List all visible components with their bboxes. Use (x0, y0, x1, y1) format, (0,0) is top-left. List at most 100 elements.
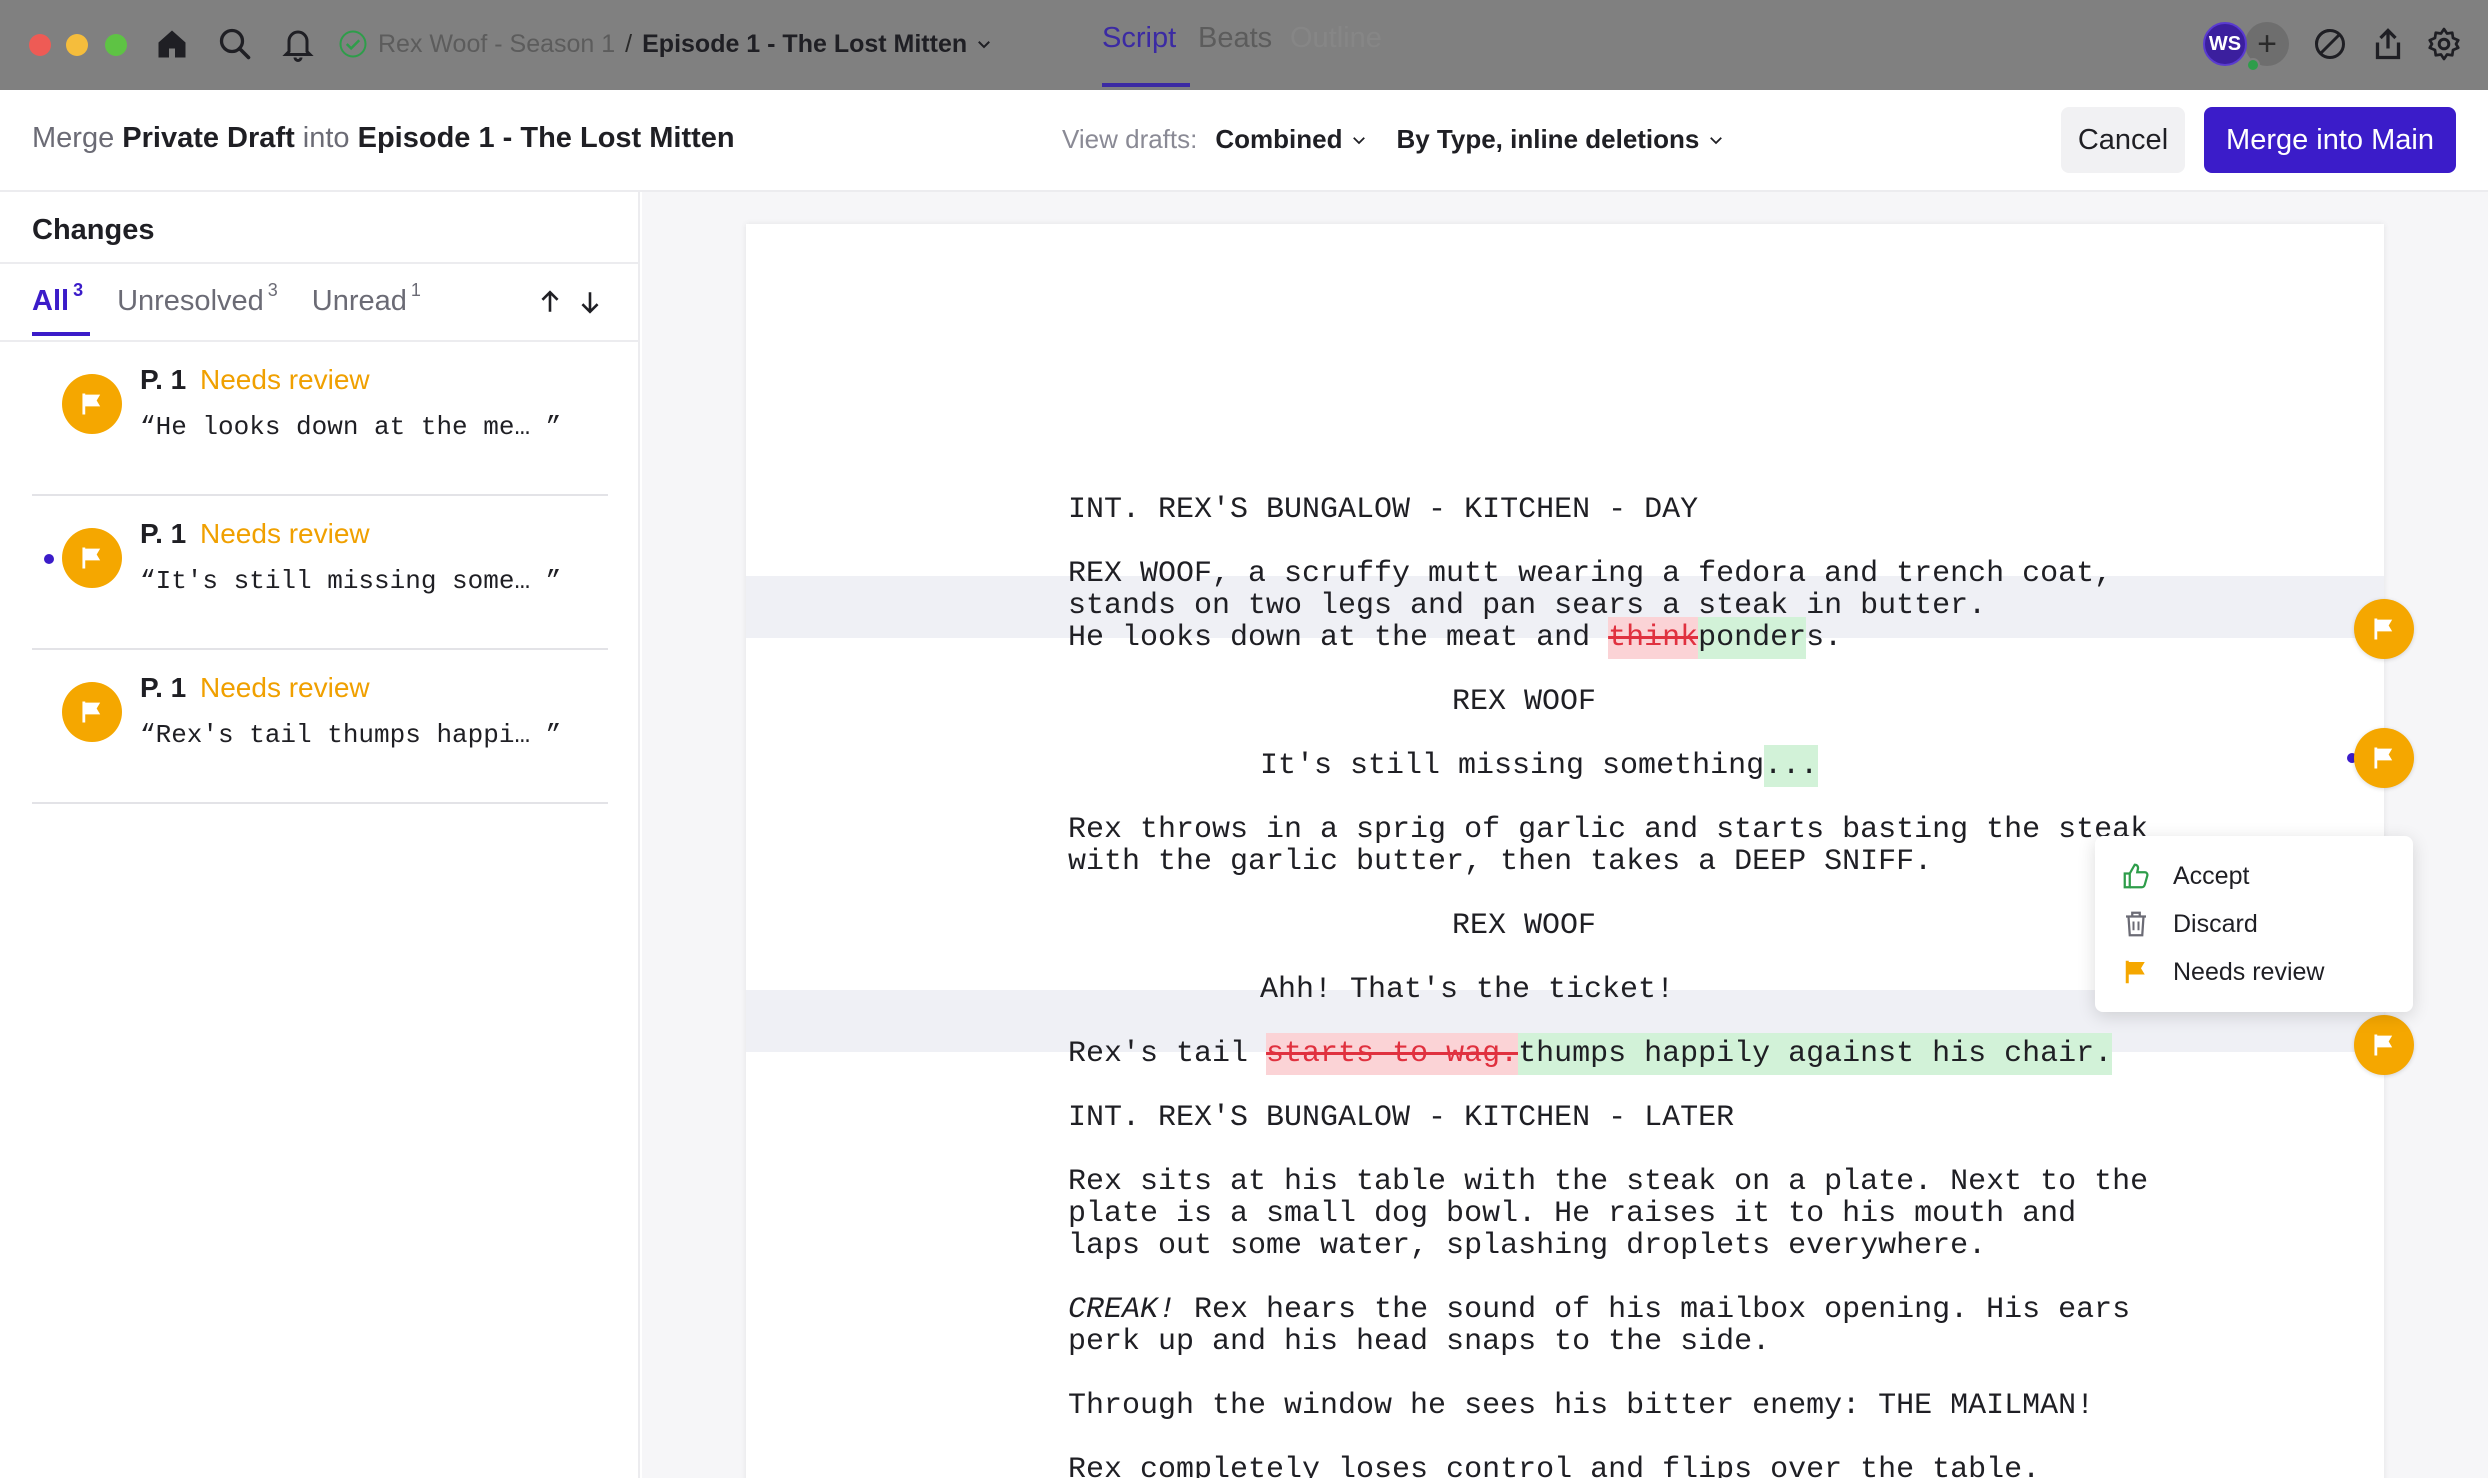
scene-heading[interactable]: INT. REX'S BUNGALOW - KITCHEN - LATER (1068, 1102, 1734, 1134)
action-line[interactable]: with the garlic butter, then takes a DEE… (1068, 846, 1932, 878)
arrow-up-icon (541, 290, 559, 312)
character-name[interactable]: REX WOOF (1452, 910, 1596, 942)
change-flag-button[interactable] (2354, 599, 2414, 659)
tab-unread-count: 1 (410, 280, 421, 300)
action-line[interactable]: laps out some water, splashing droplets … (1068, 1230, 1986, 1262)
flag-icon (62, 528, 122, 588)
change-status: Needs review (200, 518, 370, 549)
change-page: P. 1 (140, 518, 187, 549)
display-mode-value: By Type, inline deletions (1396, 124, 1700, 154)
search-icon[interactable] (215, 24, 255, 64)
bell-icon[interactable] (278, 24, 318, 64)
action-line[interactable]: stands on two legs and pan sears a steak… (1068, 590, 1986, 622)
breadcrumb-separator: / (625, 29, 633, 58)
tab-unread[interactable]: Unread 1 (312, 280, 421, 330)
change-excerpt: “It's still missing some… ” (140, 566, 562, 596)
previous-change-button[interactable] (530, 284, 570, 320)
breadcrumb-episode[interactable]: Episode 1 - The Lost Mitten (642, 30, 967, 59)
flag-icon (2125, 960, 2145, 984)
display-mode-dropdown[interactable]: By Type, inline deletions (1396, 124, 1725, 155)
avatar[interactable]: WS (2203, 22, 2247, 66)
accept-label: Accept (2173, 861, 2250, 890)
tab-unresolved[interactable]: Unresolved 3 (117, 280, 278, 330)
merge-title: Merge Private Draft into Episode 1 - The… (32, 122, 735, 155)
action-line[interactable]: plate is a small dog bowl. He raises it … (1068, 1198, 2076, 1230)
text-unchanged: He looks down at the meat and (1068, 621, 1609, 655)
trash-icon (2126, 911, 2146, 937)
change-flag-button[interactable] (2354, 1015, 2414, 1075)
script-editor: INT. REX'S BUNGALOW - KITCHEN - DAY REX … (642, 192, 2488, 1478)
text-unchanged: s. (1806, 621, 1843, 655)
chevron-down-icon[interactable] (975, 35, 993, 53)
view-mode-value: Combined (1215, 124, 1343, 154)
change-flag-button[interactable] (2354, 728, 2414, 788)
cancel-button[interactable]: Cancel (2061, 107, 2185, 173)
stats-icon[interactable] (2310, 24, 2350, 64)
close-window-button[interactable] (29, 34, 51, 56)
change-status: Needs review (200, 364, 370, 395)
accept-menu-item[interactable]: Accept (2121, 856, 2249, 896)
online-status-dot (2246, 58, 2260, 72)
action-line-changed[interactable]: Rex's tail starts to wag.thumps happily … (1068, 1033, 2113, 1075)
needs-review-label: Needs review (2173, 957, 2325, 986)
flag-icon (62, 374, 122, 434)
change-page: P. 1 (140, 672, 187, 703)
tab-unread-label: Unread (311, 285, 407, 317)
maximize-window-button[interactable] (105, 34, 127, 56)
tab-outline[interactable]: Outline (1290, 22, 1382, 55)
tab-all[interactable]: All 3 (32, 280, 91, 336)
unread-dot (44, 554, 54, 564)
discard-label: Discard (2173, 909, 2258, 938)
chevron-down-icon (1353, 136, 1366, 144)
change-list-item[interactable]: P. 1 Needs review “Rex's tail thumps hap… (32, 650, 608, 804)
changes-sidebar: Changes All 3 Unresolved 3 Unread 1 P. 1 Ne… (0, 192, 640, 1478)
next-change-button[interactable] (570, 284, 610, 320)
dialogue-line-changed[interactable]: It's still missing something... (1260, 745, 1819, 787)
home-icon[interactable] (152, 24, 192, 64)
merge-target: Episode 1 - The Lost Mitten (357, 122, 735, 154)
deleted-text: think (1608, 617, 1699, 659)
divider (0, 262, 640, 264)
breadcrumb-series[interactable]: Rex Woof - Season 1 (378, 30, 615, 59)
dialogue-line[interactable]: Ahh! That's the ticket! (1260, 974, 1674, 1006)
merge-connector: into (302, 122, 350, 154)
character-name[interactable]: REX WOOF (1452, 686, 1596, 718)
view-mode-dropdown[interactable]: Combined (1215, 124, 1368, 155)
change-excerpt: “Rex's tail thumps happi… ” (140, 720, 562, 750)
tab-unresolved-label: Unresolved (117, 285, 264, 317)
discard-menu-item[interactable]: Discard (2121, 904, 2258, 944)
title-bar: Rex Woof - Season 1 / Episode 1 - The Lo… (0, 0, 2488, 90)
share-icon[interactable] (2368, 24, 2408, 64)
tab-beats[interactable]: Beats (1198, 22, 1272, 55)
change-navigation (530, 284, 610, 320)
change-list-item[interactable]: P. 1 Needs review “It's still missing so… (32, 496, 608, 650)
action-line[interactable]: Rex completely loses control and flips o… (1068, 1454, 2040, 1478)
action-line[interactable]: Rex sits at his table with the steak on … (1068, 1166, 2148, 1198)
inserted-text: thumps happily against his chair. (1518, 1033, 2113, 1075)
sidebar-title: Changes (32, 214, 155, 246)
action-line[interactable]: Rex throws in a sprig of garlic and star… (1068, 814, 2148, 846)
action-line[interactable]: REX WOOF, a scruffy mutt wearing a fedor… (1068, 558, 2112, 590)
action-line[interactable]: Through the window he sees his bitter en… (1068, 1390, 2094, 1422)
thumbs-up-icon (2123, 863, 2149, 889)
action-line[interactable]: perk up and his head snaps to the side. (1068, 1326, 1770, 1358)
settings-gear-icon[interactable] (2424, 24, 2464, 64)
filter-tabs: All 3 Unresolved 3 Unread 1 (32, 280, 455, 336)
minimize-window-button[interactable] (66, 34, 88, 56)
text-unchanged: Rex's tail (1068, 1037, 1267, 1071)
flag-icon (2374, 747, 2393, 769)
scene-heading[interactable]: INT. REX'S BUNGALOW - KITCHEN - DAY (1068, 494, 1698, 526)
view-drafts-controls: View drafts: Combined By Type, inline de… (1062, 124, 1725, 155)
needs-review-menu-item[interactable]: Needs review (2121, 952, 2324, 992)
text-unchanged: Rex hears the sound of his mailbox openi… (1176, 1293, 2131, 1327)
change-list-item[interactable]: P. 1 Needs review “He looks down at the … (32, 342, 608, 496)
breadcrumb: Rex Woof - Season 1 / Episode 1 - The Lo… (338, 26, 993, 62)
tab-all-count: 3 (73, 280, 84, 300)
tab-script[interactable]: Script (1102, 22, 1176, 55)
sound-effect-text: CREAK! (1068, 1293, 1177, 1327)
action-line[interactable]: CREAK! Rex hears the sound of his mailbo… (1068, 1294, 2130, 1326)
tab-all-label: All (32, 285, 70, 317)
merge-into-main-button[interactable]: Merge into Main (2204, 107, 2456, 173)
inserted-text: ponder (1698, 617, 1807, 659)
action-line-changed[interactable]: He looks down at the meat and thinkponde… (1068, 617, 1843, 659)
